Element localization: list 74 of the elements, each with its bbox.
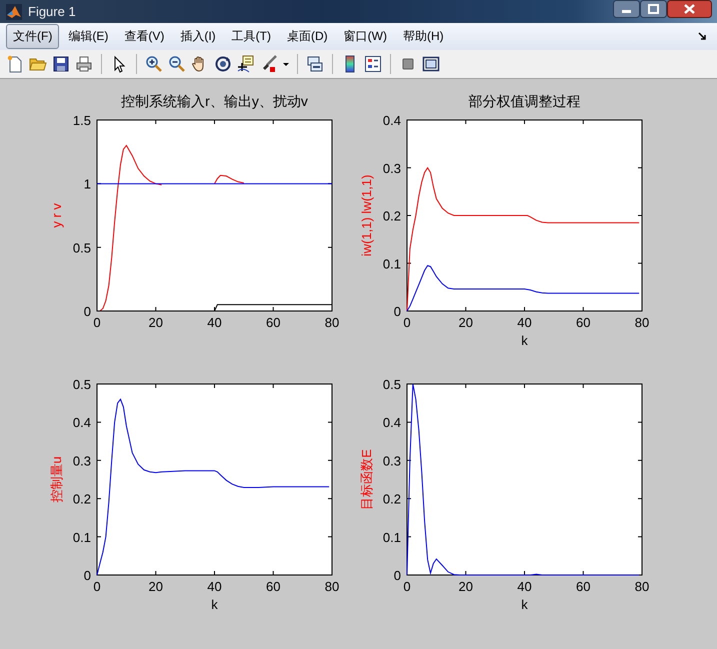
tick-label: 0.4 <box>382 113 401 128</box>
tick-label: 0.3 <box>72 453 91 468</box>
tick-label: 0 <box>394 568 401 583</box>
tick-label: 0.1 <box>72 530 91 545</box>
tick-label: 0.2 <box>382 208 401 224</box>
tick-label: 0.1 <box>382 530 401 545</box>
new-file-icon[interactable] <box>6 55 24 73</box>
window-panel-icon[interactable] <box>422 55 440 73</box>
menu-item[interactable]: 编辑(E) <box>61 24 116 49</box>
menu-item[interactable]: 窗口(W) <box>336 24 394 49</box>
tick-label: 20 <box>458 579 473 594</box>
menu-item[interactable]: 文件(F) <box>6 24 60 49</box>
chart-title: 部分权值调整过程 <box>468 93 580 109</box>
tick-label: 60 <box>266 315 280 330</box>
tick-label: 0.2 <box>382 492 401 507</box>
tick-label: 1 <box>84 176 91 192</box>
link-icon[interactable] <box>306 55 324 73</box>
tick-label: 20 <box>148 315 163 330</box>
tick-label: 40 <box>207 579 222 594</box>
tick-label: 0.2 <box>72 492 91 507</box>
data-cursor-icon[interactable] <box>237 55 255 73</box>
menu-item[interactable]: 插入(I) <box>173 24 223 49</box>
chart-title: 控制系统输入r、输出y、扰动v <box>121 93 308 109</box>
close-button[interactable] <box>667 0 712 18</box>
tick-label: 0 <box>84 304 91 319</box>
legend-icon[interactable] <box>364 55 382 73</box>
tick-label: 80 <box>634 315 650 330</box>
tick-label: 0.1 <box>382 256 401 272</box>
tick-label: 40 <box>517 315 532 330</box>
tick-label: 0.4 <box>72 415 91 430</box>
print-icon[interactable] <box>75 55 93 73</box>
tick-label: 0 <box>403 579 411 594</box>
tick-label: 0 <box>93 579 101 594</box>
tick-label: 0.3 <box>382 160 401 176</box>
app-logo-icon <box>6 4 22 20</box>
tick-label: 0 <box>93 315 101 330</box>
tick-label: 0.3 <box>382 453 401 468</box>
window-title: Figure 1 <box>28 4 76 19</box>
menu-item[interactable]: 查看(V) <box>117 24 172 49</box>
tick-label: 0 <box>84 568 91 583</box>
save-icon[interactable] <box>52 55 70 73</box>
tick-label: 0.5 <box>72 240 91 256</box>
axis-label: 控制量u <box>49 456 64 503</box>
tick-label: 80 <box>324 579 340 594</box>
axis-label: 目标函数E <box>359 449 374 510</box>
zoom-in-icon[interactable] <box>145 55 163 73</box>
minimize-button[interactable] <box>613 0 640 18</box>
maximize-button[interactable] <box>640 0 667 18</box>
tick-label: 0.4 <box>382 415 401 430</box>
axis-label: k <box>521 333 528 348</box>
tick-label: 60 <box>576 579 590 594</box>
axis-label: y r v <box>49 203 64 228</box>
dock-arrow-icon[interactable] <box>698 32 707 41</box>
axis-label: k <box>521 597 528 612</box>
rotate-icon[interactable] <box>214 55 232 73</box>
tick-label: 60 <box>576 315 590 330</box>
tick-label: 60 <box>266 579 280 594</box>
menu-item[interactable]: 帮助(H) <box>396 24 451 49</box>
tick-label: 0 <box>394 304 401 319</box>
tick-label: 1.5 <box>72 113 91 128</box>
tick-label: 0 <box>403 315 411 330</box>
tick-label: 40 <box>517 579 532 594</box>
tick-label: 80 <box>634 579 650 594</box>
menu-item[interactable]: 桌面(D) <box>280 24 335 49</box>
axis-label: k <box>211 597 218 612</box>
menu-item[interactable]: 工具(T) <box>224 24 278 49</box>
tick-label: 0.5 <box>72 377 91 392</box>
axis-label: iw(1,1) lw(1,1) <box>359 174 374 256</box>
tick-label: 0.5 <box>382 377 401 392</box>
tick-label: 80 <box>324 315 340 330</box>
zoom-out-icon[interactable] <box>168 55 186 73</box>
tick-label: 40 <box>207 315 222 330</box>
tick-label: 20 <box>148 579 163 594</box>
tick-label: 20 <box>458 315 473 330</box>
